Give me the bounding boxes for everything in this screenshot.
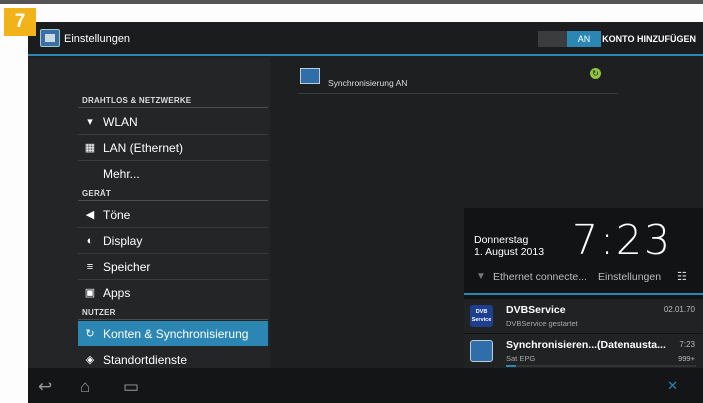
sidebar-item-more[interactable]: Mehr...	[78, 161, 268, 186]
add-account-button[interactable]: KONTO HINZUFÜGEN	[602, 34, 696, 44]
recent-apps-icon[interactable]: ▭	[123, 377, 139, 397]
sidebar-item-apps[interactable]: ▣ Apps	[78, 280, 268, 305]
home-icon[interactable]: ⌂	[80, 377, 90, 397]
sidebar-item-wlan[interactable]: ▾ WLAN	[78, 109, 268, 134]
step-badge: 7	[4, 8, 36, 36]
dvb-app-icon: DVB Service	[470, 305, 493, 327]
tablet-screen: Einstellungen AN KONTO HINZUFÜGEN DRAHTL…	[28, 22, 703, 403]
notification-item[interactable]: Synchronisieren...(Datenausta... Sat EPG…	[464, 334, 703, 368]
close-icon[interactable]: ✕	[667, 378, 678, 394]
volume-icon: ◀	[85, 209, 95, 221]
notification-time: 7:23	[679, 340, 695, 349]
notification-subtitle: Sat EPG	[506, 354, 536, 363]
sidebar-item-label: Apps	[103, 286, 131, 300]
sidebar-item-label: Mehr...	[103, 167, 140, 181]
toggle-on-label: AN	[567, 31, 601, 47]
sidebar-item-label: Speicher	[103, 260, 151, 274]
brightness-icon: ◐	[86, 235, 94, 247]
ethernet-status[interactable]: Ethernet connecte...	[493, 271, 587, 283]
sync-icon: ↻	[85, 328, 95, 340]
network-icon: ▼	[476, 271, 486, 282]
sync-account-icon	[300, 68, 320, 84]
notification-title: Synchronisieren...(Datenausta...	[506, 339, 666, 351]
ethernet-icon: ▦	[84, 142, 96, 154]
section-divider	[78, 319, 268, 320]
notification-count: 999+	[678, 354, 695, 363]
settings-app-icon[interactable]	[40, 29, 60, 47]
sidebar-item-sound[interactable]: ◀ Töne	[78, 202, 268, 227]
sidebar-item-label: LAN (Ethernet)	[103, 141, 184, 155]
page-frame: Einstellungen AN KONTO HINZUFÜGEN DRAHTL…	[0, 0, 703, 403]
sync-app-icon	[470, 340, 493, 362]
shade-status-row: ▼ Ethernet connecte... Einstellungen ☷	[474, 268, 699, 288]
back-icon[interactable]: ↩	[38, 377, 52, 397]
sync-toggle[interactable]: AN	[538, 31, 601, 47]
wifi-icon: ▾	[87, 116, 93, 128]
section-header-wireless: DRAHTLOS & NETZWERKE	[82, 96, 192, 105]
sidebar-item-storage[interactable]: ≡ Speicher	[78, 254, 268, 279]
sync-progress-fill	[506, 365, 516, 367]
sidebar-item-label: Standortdienste	[103, 353, 188, 367]
notification-item[interactable]: DVB Service DVBService DVBService gestar…	[464, 299, 703, 333]
date-day: Donnerstag	[474, 234, 529, 246]
sidebar-item-label: WLAN	[103, 115, 138, 129]
app-title: Einstellungen	[64, 33, 131, 45]
system-nav-bar: ↩ ⌂ ▭ ✕	[28, 368, 703, 403]
sync-status-label: Synchronisierung AN	[328, 78, 408, 88]
storage-icon: ≡	[86, 261, 94, 273]
section-header-user: NUTZER	[82, 308, 116, 317]
notification-title: DVBService	[506, 304, 566, 316]
settings-sidebar: DRAHTLOS & NETZWERKE ▾ WLAN ▦ LAN (Ether…	[28, 58, 270, 368]
settings-sliders-icon[interactable]: ☷	[677, 270, 687, 283]
date-full: 1. August 2013	[474, 246, 545, 258]
section-divider	[78, 200, 268, 201]
sync-progress-bar	[506, 365, 696, 367]
location-icon: ◈	[85, 354, 95, 366]
sidebar-item-label: Konten & Synchronisierung	[103, 327, 249, 341]
notification-shade: Donnerstag 1. August 2013 7:23 ▼ Etherne…	[464, 208, 703, 368]
clock: 7:23	[572, 216, 673, 264]
apps-icon: ▣	[84, 287, 96, 299]
top-border	[0, 0, 703, 4]
sync-account-row[interactable]: Synchronisierung AN ↻	[298, 64, 618, 94]
sidebar-item-label: Display	[103, 234, 143, 248]
shade-divider	[464, 293, 703, 295]
section-divider	[78, 107, 268, 108]
section-header-device: GERÄT	[82, 189, 111, 198]
sidebar-item-lan[interactable]: ▦ LAN (Ethernet)	[78, 135, 268, 160]
settings-shortcut[interactable]: Einstellungen	[598, 271, 661, 283]
sidebar-item-label: Töne	[103, 208, 131, 222]
notification-subtitle: DVBService gestartet	[506, 319, 578, 328]
notification-time: 02.01.70	[663, 305, 695, 314]
action-bar: Einstellungen AN KONTO HINZUFÜGEN	[28, 22, 703, 56]
sidebar-item-accounts-sync[interactable]: ↻ Konten & Synchronisierung	[78, 321, 268, 346]
sync-ok-icon: ↻	[590, 68, 601, 79]
sidebar-item-display[interactable]: ◐ Display	[78, 228, 268, 253]
